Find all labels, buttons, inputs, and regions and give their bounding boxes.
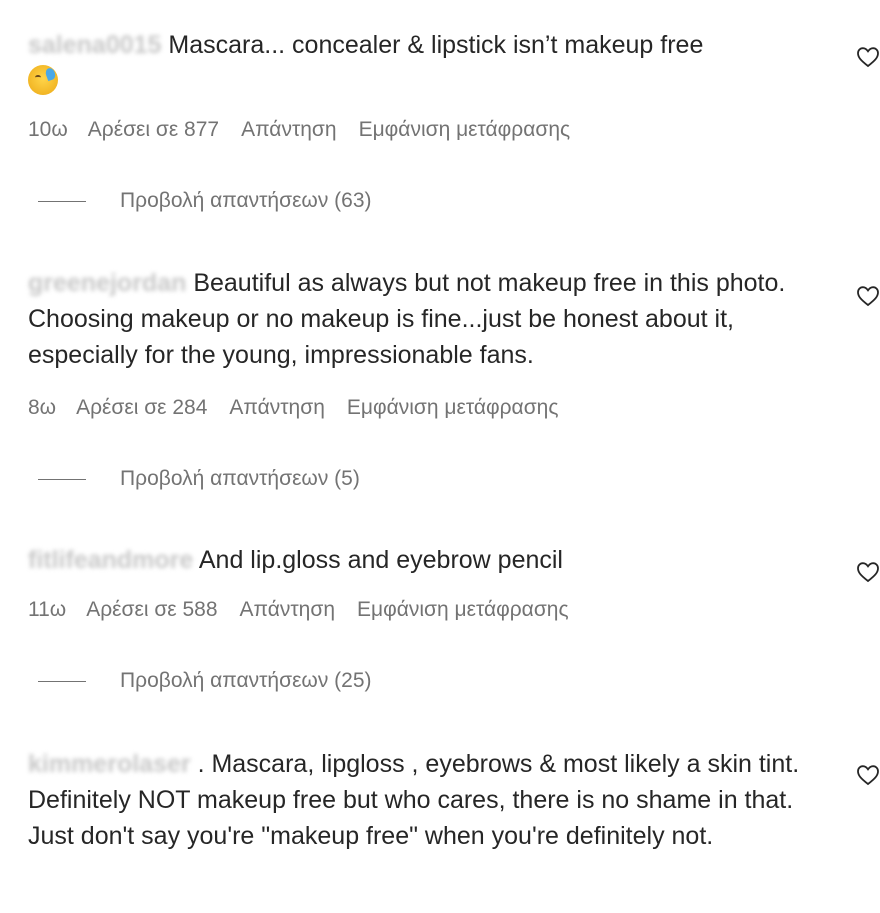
comment-likes[interactable]: Αρέσει σε 588 — [86, 598, 217, 621]
comment-body: salena0015 Mascara... concealer & lipsti… — [28, 27, 828, 99]
heart-outline-icon[interactable] — [856, 764, 880, 786]
comment-time[interactable]: 11ω — [28, 598, 66, 621]
comment-text: Mascara... concealer & lipstick isn’t ma… — [168, 31, 704, 59]
view-replies-button[interactable]: Προβολή απαντήσεων (25) — [38, 669, 372, 693]
view-replies-label: Προβολή απαντήσεων (5) — [120, 467, 360, 490]
comment-meta: 10ω Αρέσει σε 877 Απάντηση Εμφάνιση μετάφρα… — [28, 118, 592, 142]
replies-divider — [38, 200, 86, 202]
view-replies-button[interactable]: Προβολή απαντήσεων (63) — [38, 189, 372, 213]
view-replies-button[interactable]: Προβολή απαντήσεων (5) — [38, 467, 360, 491]
see-translation-button[interactable]: Εμφάνιση μετάφρασης — [357, 598, 569, 621]
heart-outline-icon[interactable] — [856, 46, 880, 68]
comment-meta: 8ω Αρέσει σε 284 Απάντηση Εμφάνιση μετάφρασ… — [28, 396, 580, 420]
comment-username[interactable]: kimmerolaser — [28, 750, 191, 778]
heart-outline-icon[interactable] — [856, 561, 880, 583]
reply-button[interactable]: Απάντηση — [241, 118, 336, 141]
sweat-smile-emoji — [28, 65, 58, 95]
comment-meta: 11ω Αρέσει σε 588 Απάντηση Εμφάνιση μετάφρα… — [28, 598, 591, 622]
reply-button[interactable]: Απάντηση — [229, 396, 324, 419]
comment-username[interactable]: salena0015 — [28, 31, 161, 59]
replies-divider — [38, 680, 86, 682]
comment-body: fitlifeandmore And lip.gloss and eyebrow… — [28, 542, 828, 578]
view-replies-label: Προβολή απαντήσεων (63) — [120, 189, 372, 212]
see-translation-button[interactable]: Εμφάνιση μετάφρασης — [359, 118, 571, 141]
comment-likes[interactable]: Αρέσει σε 284 — [76, 396, 207, 419]
reply-button[interactable]: Απάντηση — [240, 598, 335, 621]
comment-likes[interactable]: Αρέσει σε 877 — [88, 118, 219, 141]
comment-time[interactable]: 8ω — [28, 396, 56, 419]
comment-username[interactable]: greenejordan — [28, 269, 186, 297]
comment-text: And lip.gloss and eyebrow pencil — [198, 546, 563, 574]
comment-body: greenejordan Beautiful as always but not… — [28, 265, 828, 373]
comment-body: kimmerolaser . Mascara, lipgloss , eyebr… — [28, 746, 828, 854]
comment-time[interactable]: 10ω — [28, 118, 68, 141]
comment-username[interactable]: fitlifeandmore — [28, 546, 193, 574]
view-replies-label: Προβολή απαντήσεων (25) — [120, 669, 372, 692]
heart-outline-icon[interactable] — [856, 285, 880, 307]
replies-divider — [38, 478, 86, 480]
see-translation-button[interactable]: Εμφάνιση μετάφρασης — [347, 396, 559, 419]
